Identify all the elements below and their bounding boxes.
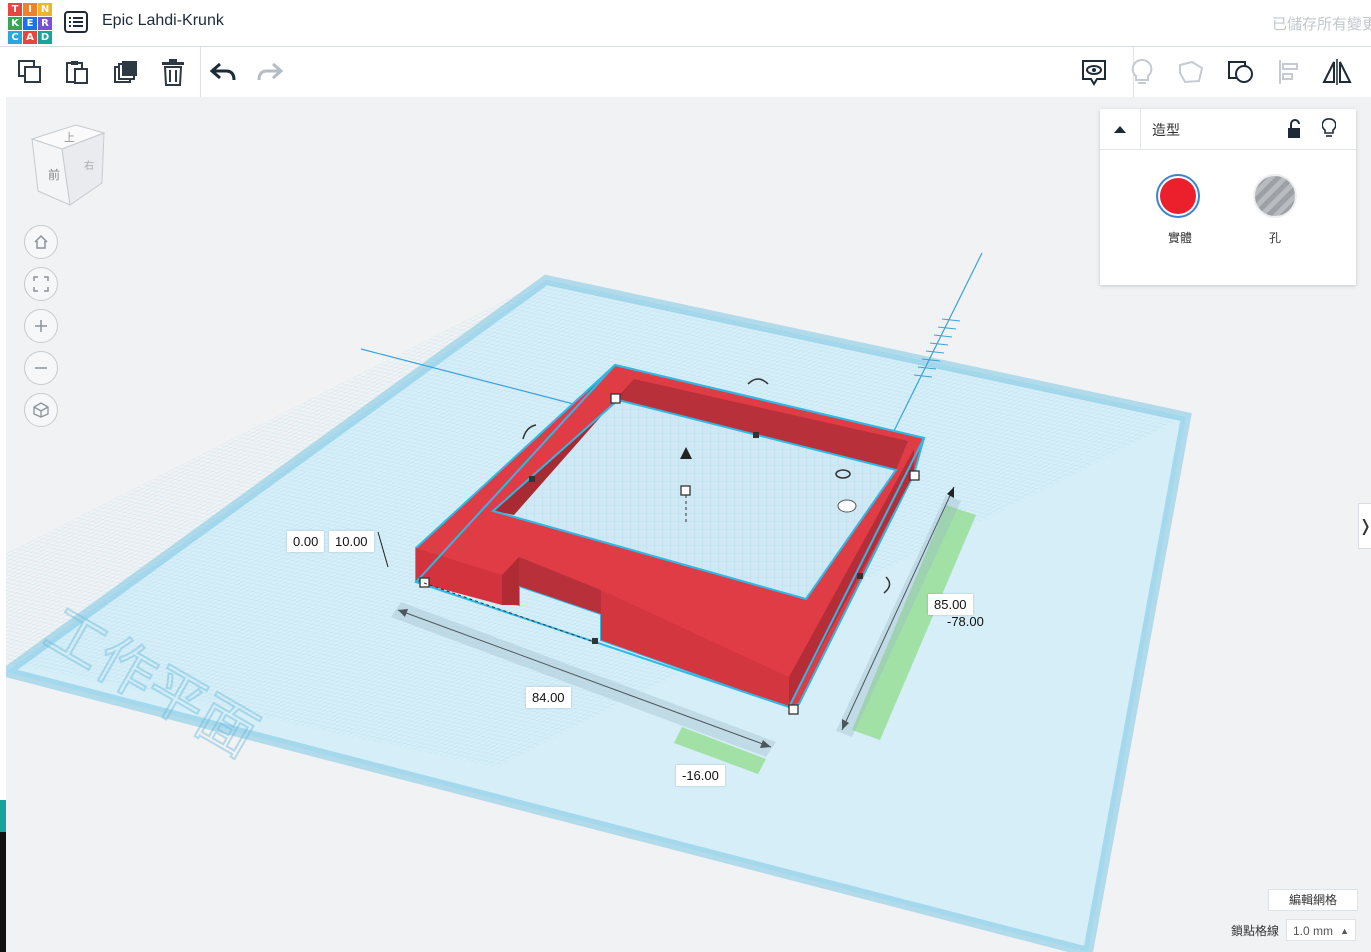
- align-icon: [1279, 60, 1298, 84]
- logo-letter: D: [38, 31, 52, 44]
- expand-panel-tab[interactable]: ❭: [1358, 503, 1371, 549]
- height-input[interactable]: 10.00: [329, 531, 374, 552]
- undo-button[interactable]: [206, 55, 240, 89]
- snap-grid-label: 鎖點格線: [1231, 924, 1280, 938]
- undo-icon: [210, 62, 236, 81]
- logo-letter: T: [8, 3, 22, 16]
- delete-icon: [162, 59, 184, 86]
- ungroup-button[interactable]: [1224, 55, 1258, 89]
- lightbulb-icon[interactable]: [1322, 118, 1336, 138]
- perspective-icon: [33, 402, 49, 418]
- width-input[interactable]: 84.00: [526, 687, 571, 708]
- tinkercad-logo[interactable]: TIN KER CAD: [8, 3, 52, 45]
- shape-inspector: 造型 實體 孔: [1100, 109, 1356, 285]
- solid-button[interactable]: [1156, 174, 1200, 218]
- logo-letter: E: [23, 17, 37, 30]
- fit-icon: [33, 276, 49, 292]
- edit-grid-button[interactable]: 編輯網格: [1268, 889, 1358, 911]
- hole-label: 孔: [1268, 231, 1281, 245]
- copy-button[interactable]: [13, 55, 47, 89]
- view-cube-top[interactable]: 上: [64, 131, 75, 144]
- 3d-viewport[interactable]: 工作平面 上 前 右 造型 實體 孔 ❭ 0.00 10.00 84.00 -1…: [6, 97, 1371, 952]
- inspector-header: 造型: [1100, 109, 1356, 150]
- align-button[interactable]: [1272, 55, 1306, 89]
- duplicate-button[interactable]: [109, 55, 143, 89]
- caret-up-icon: [1114, 126, 1126, 133]
- notes-button[interactable]: [1077, 55, 1111, 89]
- logo-letter: A: [23, 31, 37, 44]
- workplane-grid: [6, 274, 1192, 952]
- logo-letter: C: [8, 31, 22, 44]
- toolbar-divider: [200, 47, 201, 97]
- mirror-button[interactable]: [1320, 55, 1354, 89]
- elevation-input[interactable]: 0.00: [287, 531, 325, 552]
- zoom-out-button[interactable]: [24, 351, 58, 385]
- zoom-in-icon: [35, 320, 47, 332]
- view-cube-front[interactable]: 前: [48, 167, 60, 182]
- ungroup-icon: [1228, 61, 1253, 83]
- duplicate-icon: [114, 61, 137, 83]
- dropdown-caret-icon: ▲: [1340, 926, 1349, 936]
- top-bar: TIN KER CAD Epic Lahdi-Krunk 已儲存所有變更: [0, 0, 1371, 47]
- design-list-icon[interactable]: [64, 11, 88, 33]
- show-all-button[interactable]: [1125, 55, 1159, 89]
- lock-icon[interactable]: [1286, 119, 1302, 139]
- solid-color-swatch: [1160, 178, 1196, 214]
- zoom-out-icon: [35, 367, 47, 369]
- save-status: 已儲存所有變更: [1272, 16, 1371, 33]
- lightbulb-icon: [1131, 58, 1153, 84]
- group-button[interactable]: [1174, 55, 1208, 89]
- logo-letter: N: [38, 3, 52, 16]
- snap-grid-value: 1.0 mm: [1293, 924, 1334, 938]
- logo-letter: K: [8, 17, 22, 30]
- solid-label: 實體: [1167, 231, 1192, 245]
- delete-button[interactable]: [156, 55, 190, 89]
- logo-letter: I: [23, 3, 37, 16]
- snap-grid-select[interactable]: 1.0 mm ▲: [1286, 919, 1356, 941]
- perspective-button[interactable]: [24, 393, 58, 427]
- logo-letter: R: [38, 17, 52, 30]
- y-offset-input[interactable]: -78.00: [941, 611, 990, 632]
- notes-icon: [1082, 60, 1106, 86]
- paste-button[interactable]: [60, 55, 94, 89]
- paste-icon: [66, 61, 88, 84]
- inspector-title: 造型: [1152, 122, 1180, 138]
- view-cube-right[interactable]: 右: [84, 159, 94, 172]
- collapse-button[interactable]: [1100, 109, 1141, 149]
- home-view-button[interactable]: [24, 225, 58, 259]
- mirror-icon: [1322, 59, 1352, 85]
- view-cube[interactable]: 上 前 右: [28, 119, 108, 209]
- design-title[interactable]: Epic Lahdi-Krunk: [102, 12, 224, 30]
- home-icon: [34, 234, 48, 249]
- group-icon: [1179, 60, 1204, 84]
- chevron-right-icon: ❭: [1358, 518, 1371, 535]
- redo-icon: [257, 62, 283, 81]
- edit-toolbar: [6, 47, 1371, 98]
- copy-icon: [18, 60, 41, 83]
- fit-view-button[interactable]: [24, 267, 58, 301]
- redo-button[interactable]: [253, 55, 287, 89]
- hole-button[interactable]: [1253, 174, 1297, 218]
- zoom-in-button[interactable]: [24, 309, 58, 343]
- x-offset-input[interactable]: -16.00: [676, 765, 725, 786]
